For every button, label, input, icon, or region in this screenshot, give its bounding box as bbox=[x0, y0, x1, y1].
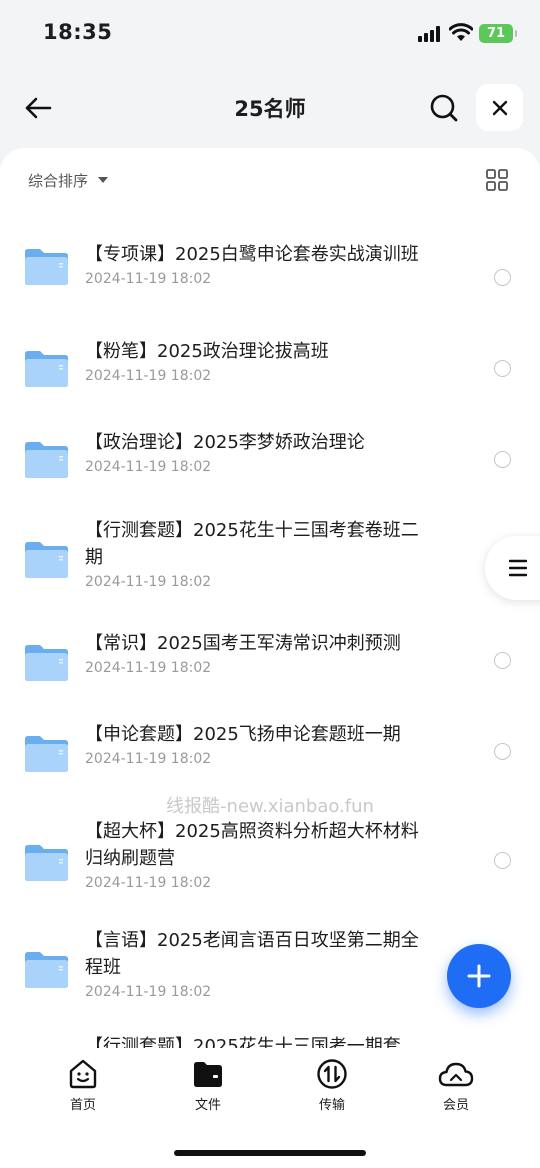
folder-icon bbox=[25, 952, 68, 988]
caret-down-icon bbox=[98, 177, 109, 183]
wifi-icon bbox=[448, 22, 474, 42]
folder-icon bbox=[25, 351, 68, 387]
file-name: 【常识】2025国考王军涛常识冲刺预测 bbox=[85, 633, 401, 654]
sort-label: 综合排序 bbox=[28, 171, 89, 190]
battery-indicator: 71 bbox=[479, 24, 517, 43]
file-text: 【行测套题】2025花生十三国考套卷班二期 2024-11-19 18:02 bbox=[85, 517, 430, 590]
transfer-icon bbox=[317, 1059, 347, 1089]
file-text: 【申论套题】2025飞扬申论套题班一期 2024-11-19 18:02 bbox=[85, 721, 430, 767]
sort-dropdown[interactable]: 综合排序 bbox=[28, 168, 109, 192]
file-name: 【申论套题】2025飞扬申论套题班一期 bbox=[85, 724, 401, 745]
select-radio[interactable] bbox=[494, 652, 511, 669]
watermark: 线报酷-new.xianbao.fun bbox=[166, 796, 374, 817]
nav-bar: 25名师 bbox=[0, 80, 540, 136]
file-date: 2024-11-19 18:02 bbox=[85, 459, 212, 475]
add-button[interactable] bbox=[447, 944, 511, 1008]
file-name: 【专项课】2025白鹭申论套卷实战演训班 bbox=[85, 244, 419, 265]
file-date: 2024-11-19 18:02 bbox=[85, 984, 212, 1000]
grid-view-toggle[interactable] bbox=[485, 168, 509, 192]
tab-label: 文件 bbox=[194, 1098, 221, 1113]
file-name: 【行测套题】2025花生十三国考套卷班二期 bbox=[85, 520, 419, 568]
file-name: 【粉笔】2025政治理论拔高班 bbox=[85, 341, 329, 362]
tab-bar: 首页 文件 传输 会员 bbox=[0, 1048, 540, 1168]
status-time: 18:35 bbox=[43, 20, 113, 44]
file-text: 【超大杯】2025高照资料分析超大杯材料归纳刷题营 2024-11-19 18:… bbox=[85, 818, 430, 891]
tab-home[interactable]: 首页 bbox=[43, 1058, 123, 1113]
side-menu-handle[interactable] bbox=[485, 536, 540, 600]
file-date: 2024-11-19 18:02 bbox=[85, 875, 212, 891]
tab-files[interactable]: 文件 bbox=[168, 1058, 248, 1113]
tab-label: 首页 bbox=[69, 1098, 96, 1113]
folder-icon bbox=[25, 249, 68, 285]
status-bar: 18:35 71 bbox=[0, 0, 540, 70]
file-panel: 综合排序 【专项课】2025白鹭申论套卷实战演训班 2024-11-19 18:… bbox=[0, 148, 540, 1048]
grid-icon bbox=[486, 169, 508, 191]
home-indicator bbox=[174, 1150, 366, 1156]
file-name: 【行测套题】2025花生十三国考一期套 bbox=[85, 1036, 401, 1048]
folder-icon bbox=[25, 736, 68, 772]
file-text: 【行测套题】2025花生十三国考一期套 bbox=[85, 1033, 430, 1048]
smile-home-icon bbox=[69, 1059, 97, 1089]
select-radio[interactable] bbox=[494, 451, 511, 468]
tab-label: 传输 bbox=[318, 1098, 345, 1113]
folder-icon bbox=[25, 645, 68, 681]
folder-icon bbox=[25, 442, 68, 478]
tab-transfer[interactable]: 传输 bbox=[292, 1058, 372, 1113]
folder-icon bbox=[25, 845, 68, 881]
folder-icon bbox=[25, 542, 68, 578]
file-text: 【粉笔】2025政治理论拔高班 2024-11-19 18:02 bbox=[85, 338, 430, 384]
plus-icon bbox=[467, 964, 491, 988]
tab-member[interactable]: 会员 bbox=[416, 1058, 496, 1113]
file-text: 【常识】2025国考王军涛常识冲刺预测 2024-11-19 18:02 bbox=[85, 630, 430, 676]
select-radio[interactable] bbox=[494, 269, 511, 286]
signal-icon bbox=[418, 26, 442, 42]
search-icon bbox=[430, 94, 458, 122]
tab-label: 会员 bbox=[442, 1098, 469, 1113]
menu-icon bbox=[509, 559, 527, 577]
file-date: 2024-11-19 18:02 bbox=[85, 368, 212, 384]
folder-filled-icon bbox=[194, 1062, 222, 1087]
file-name: 【言语】2025老闻言语百日攻坚第二期全程班 bbox=[85, 930, 419, 978]
select-radio[interactable] bbox=[494, 360, 511, 377]
file-name: 【超大杯】2025高照资料分析超大杯材料归纳刷题营 bbox=[85, 821, 419, 869]
file-text: 【政治理论】2025李梦娇政治理论 2024-11-19 18:02 bbox=[85, 429, 430, 475]
close-icon bbox=[492, 100, 507, 115]
file-date: 2024-11-19 18:02 bbox=[85, 271, 212, 287]
file-text: 【言语】2025老闻言语百日攻坚第二期全程班 2024-11-19 18:02 bbox=[85, 927, 430, 1000]
file-text: 【专项课】2025白鹭申论套卷实战演训班 2024-11-19 18:02 bbox=[85, 241, 430, 287]
file-date: 2024-11-19 18:02 bbox=[85, 660, 212, 676]
select-radio[interactable] bbox=[494, 743, 511, 760]
search-button[interactable] bbox=[426, 90, 462, 126]
close-button[interactable] bbox=[476, 84, 523, 131]
file-name: 【政治理论】2025李梦娇政治理论 bbox=[85, 432, 365, 453]
select-radio[interactable] bbox=[494, 852, 511, 869]
file-date: 2024-11-19 18:02 bbox=[85, 751, 212, 767]
cloud-member-icon bbox=[438, 1062, 474, 1087]
file-date: 2024-11-19 18:02 bbox=[85, 574, 212, 590]
